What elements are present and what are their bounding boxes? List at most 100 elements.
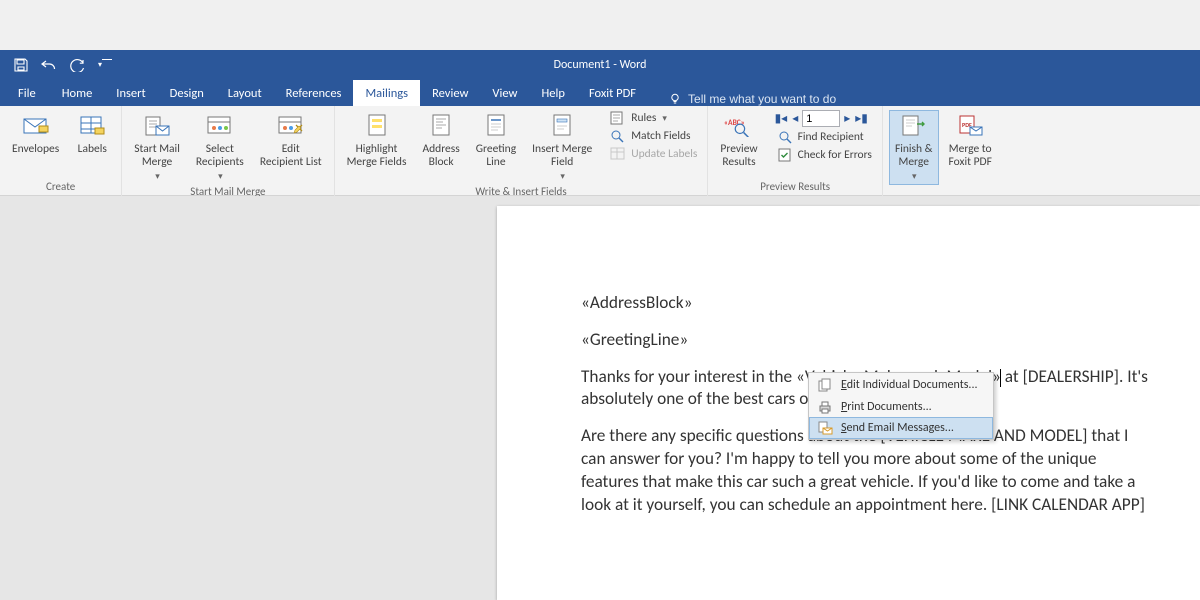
edit-recipient-list-label: Edit Recipient List xyxy=(260,143,322,169)
printer-icon xyxy=(817,399,833,415)
edit-list-icon xyxy=(276,112,306,140)
chevron-down-icon: ▾ xyxy=(218,172,223,182)
preview-results-label: Preview Results xyxy=(720,143,757,169)
tab-file[interactable]: File xyxy=(4,80,50,106)
greeting-line-button[interactable]: Greeting Line xyxy=(470,110,522,171)
tab-review[interactable]: Review xyxy=(420,80,480,106)
search-icon xyxy=(778,130,793,144)
window-chrome-spacer xyxy=(0,0,1200,50)
tab-layout[interactable]: Layout xyxy=(216,80,274,106)
address-block-button[interactable]: Address Block xyxy=(416,110,465,171)
update-labels-icon xyxy=(610,147,626,161)
tab-mailings[interactable]: Mailings xyxy=(353,80,420,106)
match-fields-button[interactable]: Match Fields xyxy=(606,128,701,144)
tab-design[interactable]: Design xyxy=(158,80,216,106)
address-block-field[interactable]: «AddressBlock» xyxy=(581,292,1152,315)
labels-icon xyxy=(77,112,107,140)
check-errors-label: Check for Errors xyxy=(798,148,872,162)
finish-merge-button[interactable]: Finish & Merge ▾ xyxy=(889,110,939,185)
documents-icon xyxy=(817,377,833,393)
greeting-line-label: Greeting Line xyxy=(476,143,516,169)
greeting-icon xyxy=(481,112,511,140)
mail-icon xyxy=(817,420,833,436)
recipients-icon xyxy=(205,112,235,140)
envelope-icon xyxy=(21,112,51,140)
rules-button[interactable]: Rules▾ xyxy=(606,110,701,126)
undo-icon[interactable] xyxy=(40,56,58,74)
rules-label: Rules xyxy=(631,111,656,125)
edit-individual-documents-item[interactable]: Edit Individual Documents... xyxy=(809,374,993,396)
group-start-mail-merge: Start Mail Merge ▾ Select Recipients ▾ E… xyxy=(122,106,334,196)
finish-merge-dropdown: Edit Individual Documents... Print Docum… xyxy=(808,372,994,440)
svg-text:«ABC»: «ABC» xyxy=(724,119,745,128)
check-errors-button[interactable]: Check for Errors xyxy=(774,147,876,163)
group-preview-results: «ABC» Preview Results ▮◂ ◂ ▸ ▸▮ Find Rec… xyxy=(708,106,883,196)
labels-label: Labels xyxy=(78,143,107,156)
preview-icon: «ABC» xyxy=(724,112,754,140)
prev-record-icon[interactable]: ◂ xyxy=(791,111,799,126)
tab-home[interactable]: Home xyxy=(50,80,105,106)
send-email-label: Send Email Messages... xyxy=(841,421,954,435)
qat-customize-icon[interactable]: ▾ xyxy=(96,56,114,74)
tab-help[interactable]: Help xyxy=(529,80,576,106)
tab-view[interactable]: View xyxy=(480,80,529,106)
foxit-pdf-icon: PDF xyxy=(955,112,985,140)
insert-merge-field-button[interactable]: Insert Merge Field ▾ xyxy=(526,110,598,185)
tell-me-input[interactable] xyxy=(688,92,868,106)
save-icon[interactable] xyxy=(12,56,30,74)
highlight-fields-button[interactable]: Highlight Merge Fields xyxy=(341,110,413,171)
start-mail-merge-label: Start Mail Merge xyxy=(134,143,180,169)
lightbulb-icon xyxy=(668,92,682,106)
first-record-icon[interactable]: ▮◂ xyxy=(774,111,789,126)
mail-merge-icon xyxy=(142,112,172,140)
document-title: Document1 - Word xyxy=(554,58,647,72)
chevron-down-icon: ▾ xyxy=(560,172,565,182)
chevron-down-icon: ▾ xyxy=(155,172,160,182)
tab-references[interactable]: References xyxy=(274,80,354,106)
redo-icon[interactable] xyxy=(68,56,86,74)
record-navigation: ▮◂ ◂ ▸ ▸▮ xyxy=(774,110,876,127)
tab-insert[interactable]: Insert xyxy=(104,80,157,106)
update-labels-button: Update Labels xyxy=(606,146,701,162)
next-record-icon[interactable]: ▸ xyxy=(843,111,851,126)
chevron-down-icon: ▾ xyxy=(912,172,917,182)
print-docs-label: Print Documents... xyxy=(841,400,932,414)
match-fields-label: Match Fields xyxy=(631,129,690,143)
labels-button[interactable]: Labels xyxy=(69,110,115,158)
envelopes-label: Envelopes xyxy=(12,143,59,156)
tell-me-search[interactable] xyxy=(668,92,868,106)
finish-merge-icon xyxy=(899,112,929,140)
edit-docs-label: Edit Individual Documents... xyxy=(841,378,978,392)
print-documents-item[interactable]: Print Documents... xyxy=(809,396,993,418)
edit-recipient-list-button[interactable]: Edit Recipient List xyxy=(254,110,328,171)
finish-merge-label: Finish & Merge xyxy=(895,143,933,169)
match-icon xyxy=(610,129,626,143)
group-finish: Finish & Merge ▾ PDF Merge to Foxit PDF … xyxy=(883,106,1004,196)
select-recipients-label: Select Recipients xyxy=(196,143,244,169)
preview-results-button[interactable]: «ABC» Preview Results xyxy=(714,110,763,171)
envelopes-button[interactable]: Envelopes xyxy=(6,110,65,158)
select-recipients-button[interactable]: Select Recipients ▾ xyxy=(190,110,250,185)
tab-foxit-pdf[interactable]: Foxit PDF xyxy=(577,80,648,106)
ribbon: Envelopes Labels Create Start Mail Merge… xyxy=(0,106,1200,196)
ribbon-tabs: File Home Insert Design Layout Reference… xyxy=(0,79,1200,106)
send-email-messages-item[interactable]: Send Email Messages... xyxy=(809,417,993,439)
group-preview-label: Preview Results xyxy=(714,180,876,195)
rules-icon xyxy=(610,111,626,125)
highlight-icon xyxy=(362,112,392,140)
insert-merge-field-label: Insert Merge Field xyxy=(532,143,592,169)
group-create-label: Create xyxy=(6,180,115,195)
greeting-line-field[interactable]: «GreetingLine» xyxy=(581,329,1152,352)
group-write-insert: Highlight Merge Fields Address Block Gre… xyxy=(335,106,709,196)
check-icon xyxy=(778,148,793,162)
address-block-label: Address Block xyxy=(422,143,459,169)
start-mail-merge-button[interactable]: Start Mail Merge ▾ xyxy=(128,110,186,185)
update-labels-label: Update Labels xyxy=(631,147,697,161)
merge-foxit-label: Merge to Foxit PDF xyxy=(949,143,992,169)
group-create: Envelopes Labels Create xyxy=(0,106,122,196)
merge-foxit-pdf-button[interactable]: PDF Merge to Foxit PDF xyxy=(943,110,998,171)
record-number-input[interactable] xyxy=(802,110,840,127)
find-recipient-button[interactable]: Find Recipient xyxy=(774,129,876,145)
merge-field-icon xyxy=(547,112,577,140)
last-record-icon[interactable]: ▸▮ xyxy=(854,111,869,126)
